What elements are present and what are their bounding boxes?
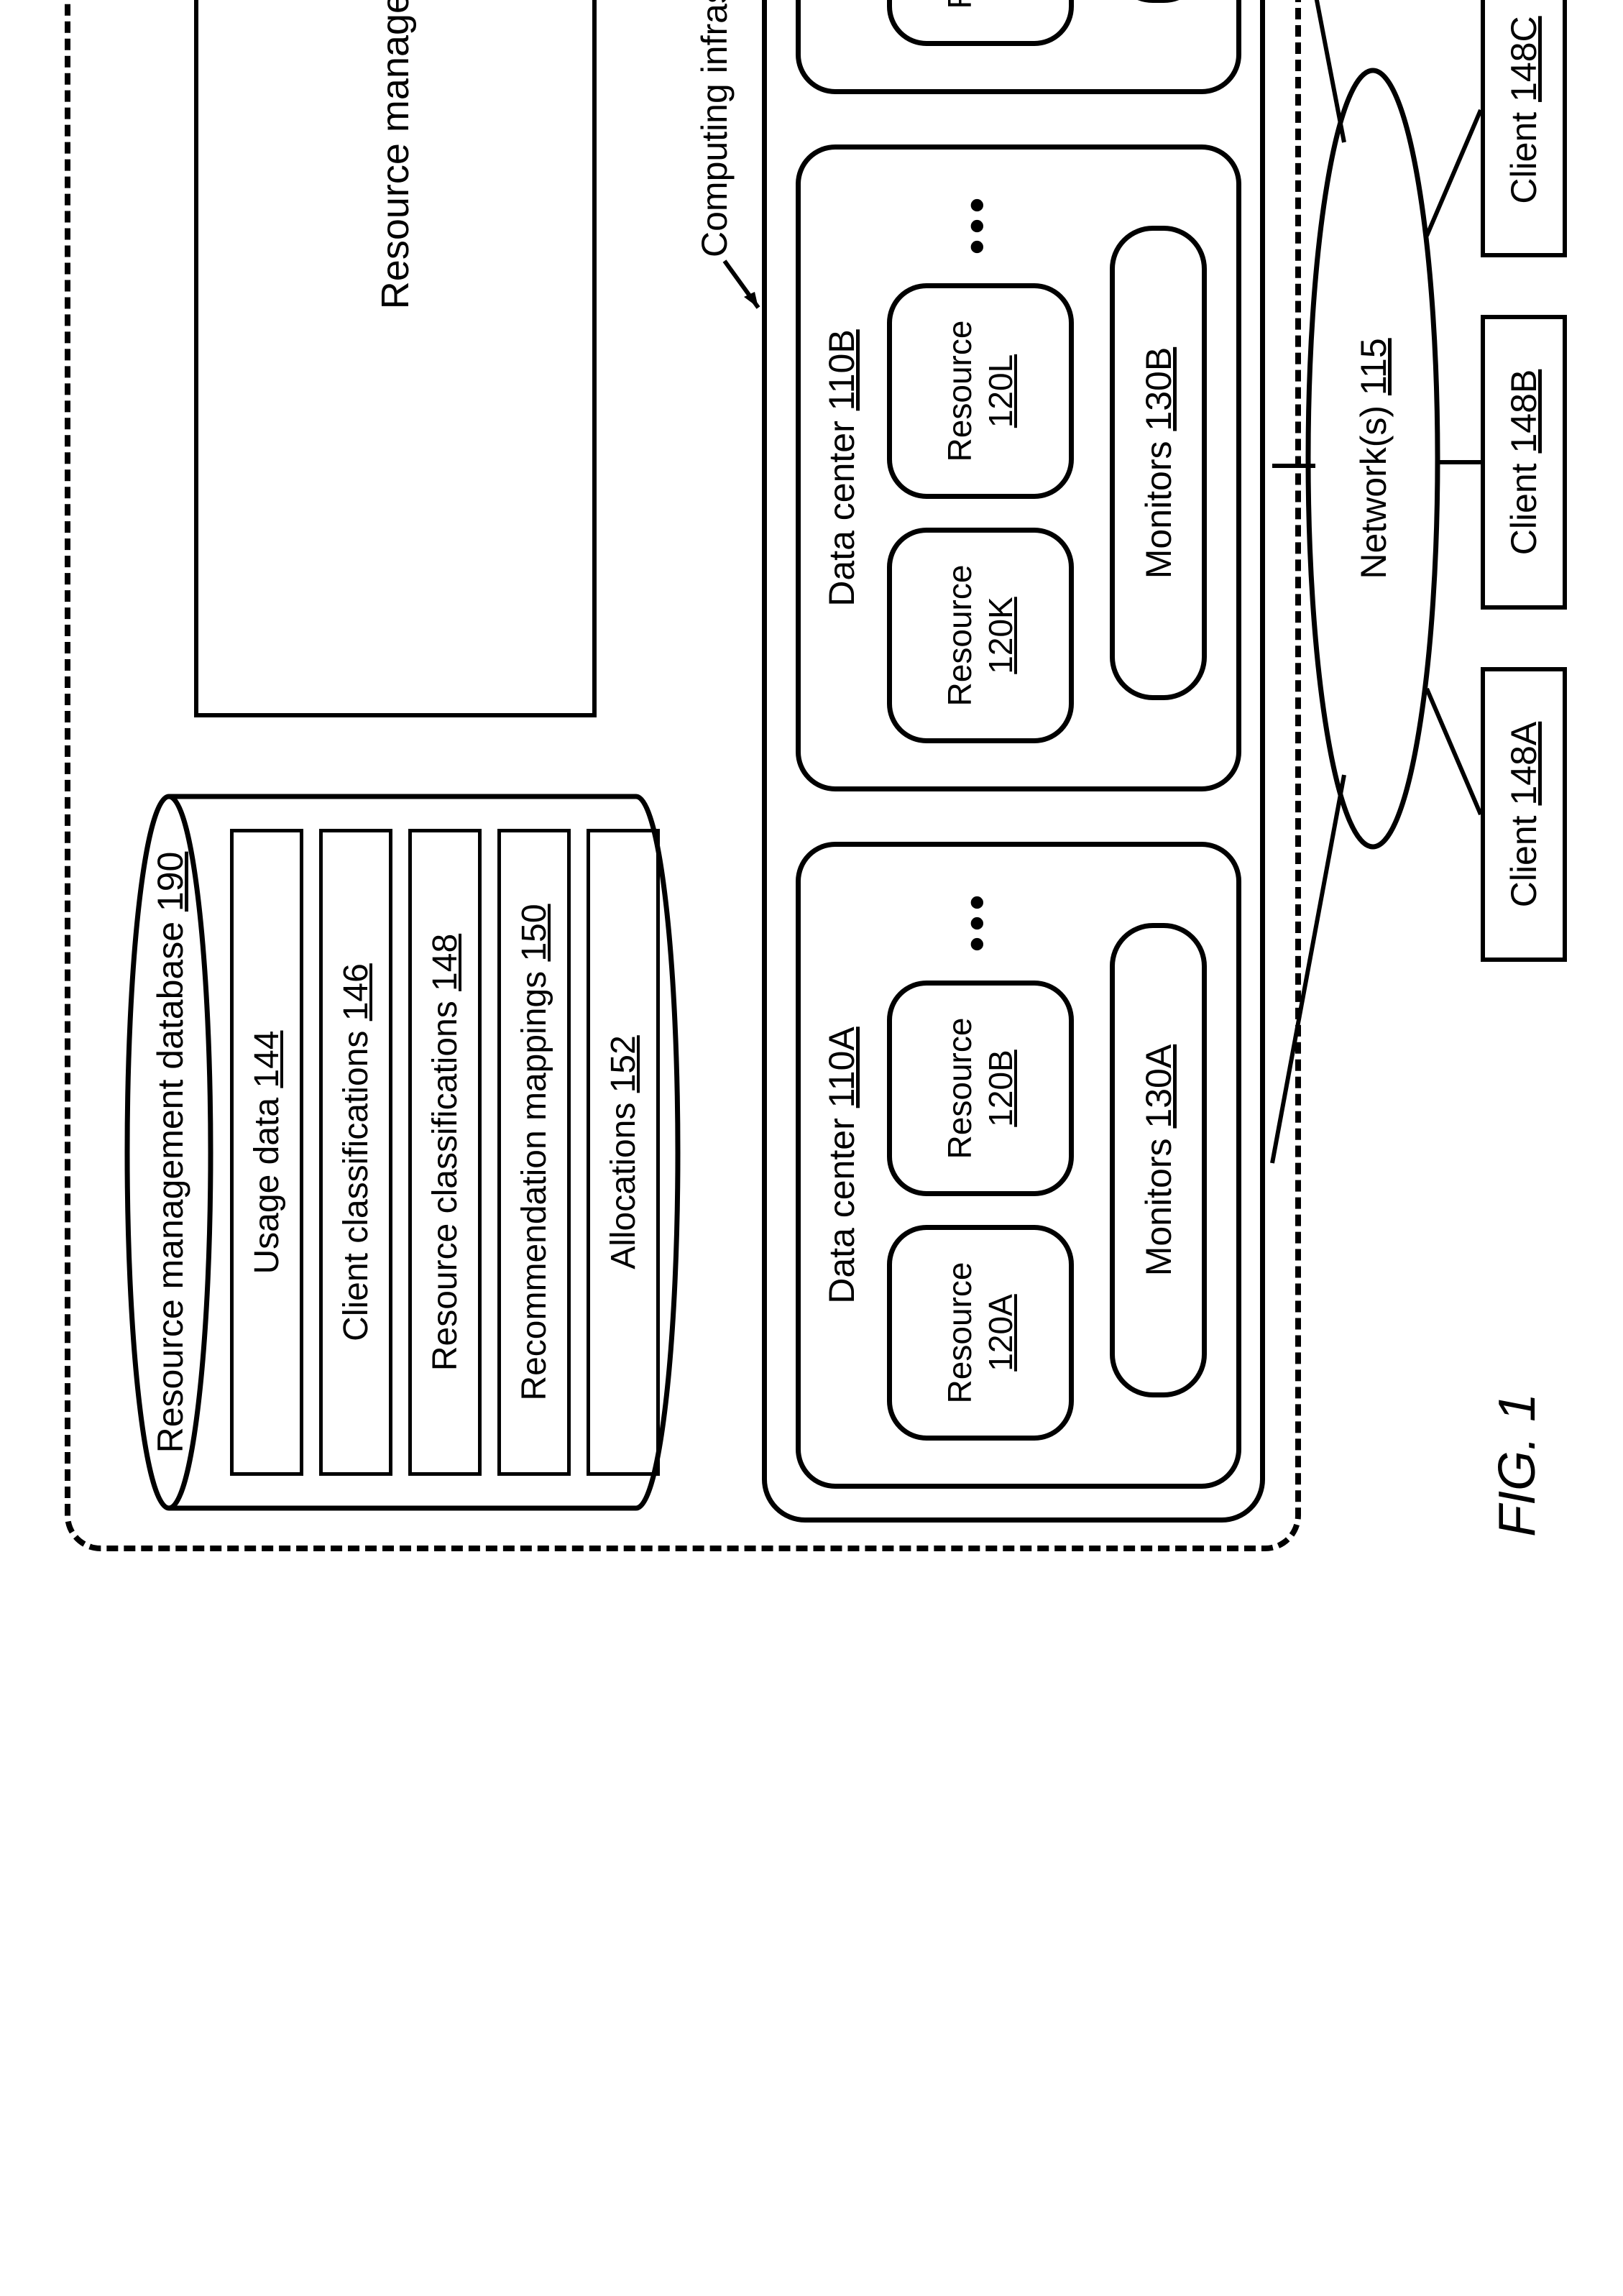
- data-center-a: Data center 110A Resource120A Resource12…: [796, 842, 1241, 1489]
- monitors-130c: Monitors 130C: [1110, 0, 1207, 3]
- data-center-b: Data center 110B Resource120K Resource12…: [796, 144, 1241, 791]
- network-cloud: Network(s) 115: [1301, 63, 1445, 854]
- resource-120k: Resource120K: [887, 528, 1074, 743]
- monitors-130b: Monitors 130B: [1110, 226, 1207, 700]
- database-title: Resource management database 190: [150, 789, 191, 1515]
- computing-infrastructure: Data center 110A Resource120A Resource12…: [762, 0, 1265, 1523]
- resource-120b: Resource120B: [887, 981, 1074, 1196]
- data-center-c-title: Data center 110C: [821, 0, 863, 89]
- resource-manager: Resource manager 181: [194, 0, 597, 717]
- client-148b: Client 148B: [1481, 315, 1567, 610]
- data-center-c: Data center 110C Resource120R Resource12…: [796, 0, 1241, 94]
- db-item-usage-data: Usage data 144: [230, 829, 303, 1476]
- computing-infrastructure-label: Computing infrastructure 176: [694, 0, 735, 257]
- db-item-recommendation-mappings: Recommendation mappings 150: [497, 829, 571, 1476]
- client-148a: Client 148A: [1481, 667, 1567, 962]
- resource-120a: Resource120A: [887, 1225, 1074, 1441]
- data-center-b-title: Data center 110B: [821, 150, 863, 786]
- resource-120l: Resource120L: [887, 283, 1074, 499]
- db-item-allocations: Allocations 152: [587, 829, 660, 1476]
- ellipsis-icon: •••: [952, 889, 1001, 952]
- data-center-a-title: Data center 110A: [821, 847, 863, 1484]
- network-label: Network(s) 115: [1353, 63, 1394, 854]
- resource-management-database: Resource management database 190 Usage d…: [122, 789, 683, 1515]
- db-item-client-classifications: Client classifications 146: [319, 829, 392, 1476]
- db-item-resource-classifications: Resource classifications 148: [408, 829, 482, 1476]
- resource-120r: Resource120R: [887, 0, 1074, 46]
- ellipsis-icon: •••: [952, 192, 1001, 254]
- figure-label: FIG. 1: [1488, 1393, 1547, 1537]
- monitors-130a: Monitors 130A: [1110, 923, 1207, 1397]
- client-148c: Client 148C: [1481, 0, 1567, 257]
